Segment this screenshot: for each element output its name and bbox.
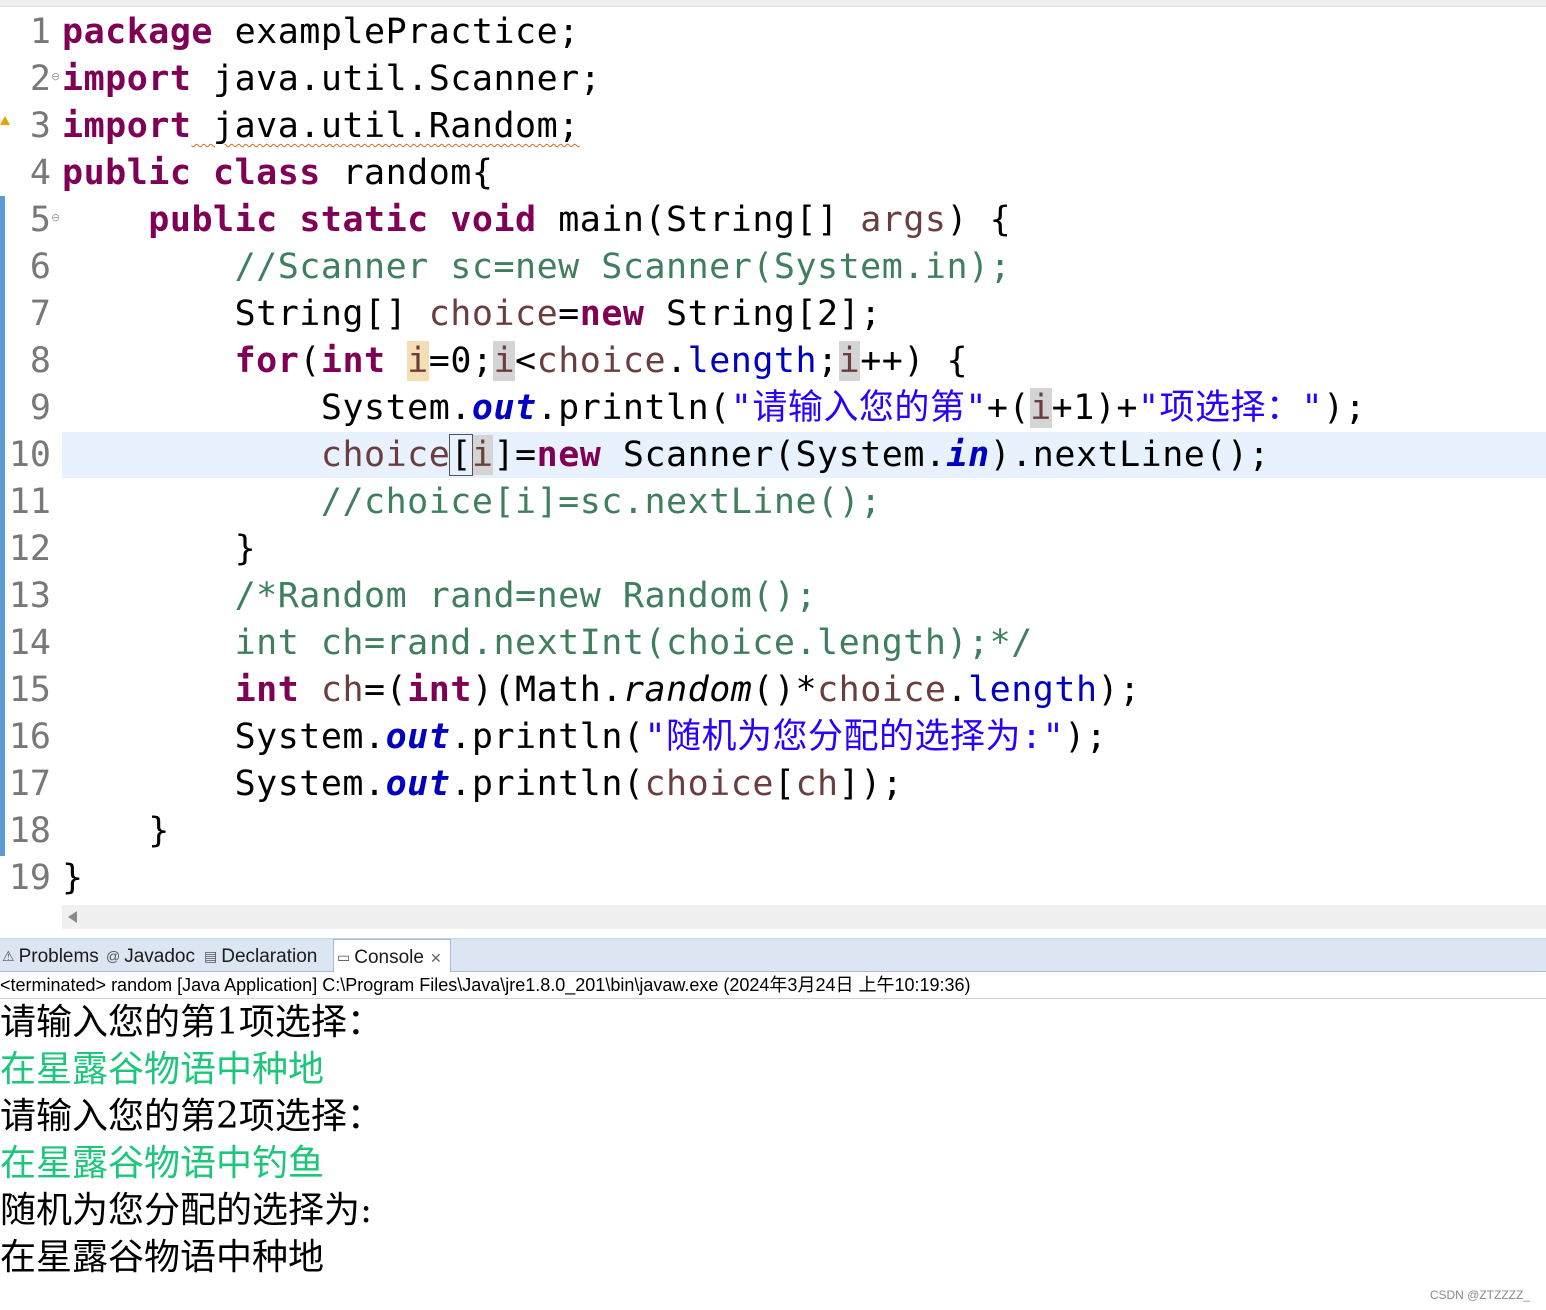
line-number: 17 [8,764,51,804]
code-line: public static void main(String[] args) { [148,200,1012,240]
watermark: CSDN @ZTZZZZ_ [1429,1288,1530,1302]
console-icon: ▭ [337,949,351,965]
line-number: 11 [8,482,51,522]
tab-javadoc[interactable]: @ Javadoc [106,939,200,971]
line-number: 6 [29,247,51,287]
console-status-line: <terminated> random [Java Application] C… [0,972,1546,999]
code-line-current: choice[i]=new Scanner(System.in).nextLin… [320,434,1271,476]
code-line: String[] choice=new String[2]; [234,294,882,334]
declaration-icon: ▤ [204,948,218,964]
console-output-line: 请输入您的第2项选择： [0,1096,383,1137]
view-tab-bar: ⚠ Problems @ Javadoc ▤ Declaration ▭ Console… [0,938,1546,972]
close-icon[interactable]: ✕ [430,950,442,966]
problems-icon: ⚠ [2,948,15,964]
line-number: 19 [8,858,51,898]
line-number: 16 [8,717,51,757]
warning-icon[interactable] [0,116,10,125]
code-line: public class random{ [62,153,494,193]
line-number: 8 [29,341,51,381]
fold-toggle-icon[interactable]: ⊖ [51,70,60,83]
scroll-left-arrow-icon[interactable] [68,911,77,923]
line-number: 3 [29,106,51,146]
console-input-line: 在星露谷物语中种地 [0,1049,325,1090]
line-number: 5 [29,200,51,240]
line-number: 2 [29,59,51,99]
console-output-line: 请输入您的第1项选择： [0,1002,383,1043]
tab-declaration[interactable]: ▤ Declaration [204,939,330,971]
code-line: import java.util.Random; [62,106,580,146]
console-output-line: 在星露谷物语中种地 [0,1237,325,1278]
fold-toggle-icon[interactable]: ⊖ [51,211,60,224]
code-line: System.out.println("请输入您的第"+(i+1)+"项选择："… [320,388,1367,428]
javadoc-icon: @ [106,948,121,964]
code-line: System.out.println(choice[ch]); [234,764,904,804]
line-number: 9 [29,388,51,428]
code-line: } [234,529,257,569]
code-line: //choice[i]=sc.nextLine(); [320,482,882,522]
tab-problems[interactable]: ⚠ Problems [0,939,104,971]
console-output-line: 随机为您分配的选择为: [0,1190,373,1231]
code-line: System.out.println("随机为您分配的选择为:"); [234,717,1108,757]
line-number: 7 [29,294,51,334]
line-number: 14 [8,623,51,663]
horizontal-scrollbar[interactable] [62,905,1546,929]
tab-console[interactable]: ▭ Console ✕ [333,939,451,972]
code-line: } [62,858,84,898]
code-line: } [148,811,170,851]
code-line: //Scanner sc=new Scanner(System.in); [234,247,1012,287]
console-input-line: 在星露谷物语中钓鱼 [0,1143,325,1184]
code-line: /*Random rand=new Random(); [234,576,818,616]
code-editor[interactable]: 1 2 3 4 5 6 7 8 9 10 11 12 13 14 15 16 1… [0,0,1546,930]
code-line: int ch=(int)(Math.random()*choice.length… [234,670,1141,710]
line-number: 1 [29,12,51,52]
line-number: 13 [8,576,51,616]
code-line: for(int i=0;i<choice.length;i++) { [234,341,969,381]
code-line: int ch=rand.nextInt(choice.length);*/ [234,623,1033,663]
line-number: 18 [8,811,51,851]
editor-top-strip [0,0,1546,7]
code-line: import java.util.Scanner; [62,59,602,99]
line-number: 12 [8,529,51,569]
line-number: 4 [29,153,51,193]
line-number: 10 [8,435,51,475]
code-line: package examplePractice; [62,12,580,52]
line-number: 15 [8,670,51,710]
